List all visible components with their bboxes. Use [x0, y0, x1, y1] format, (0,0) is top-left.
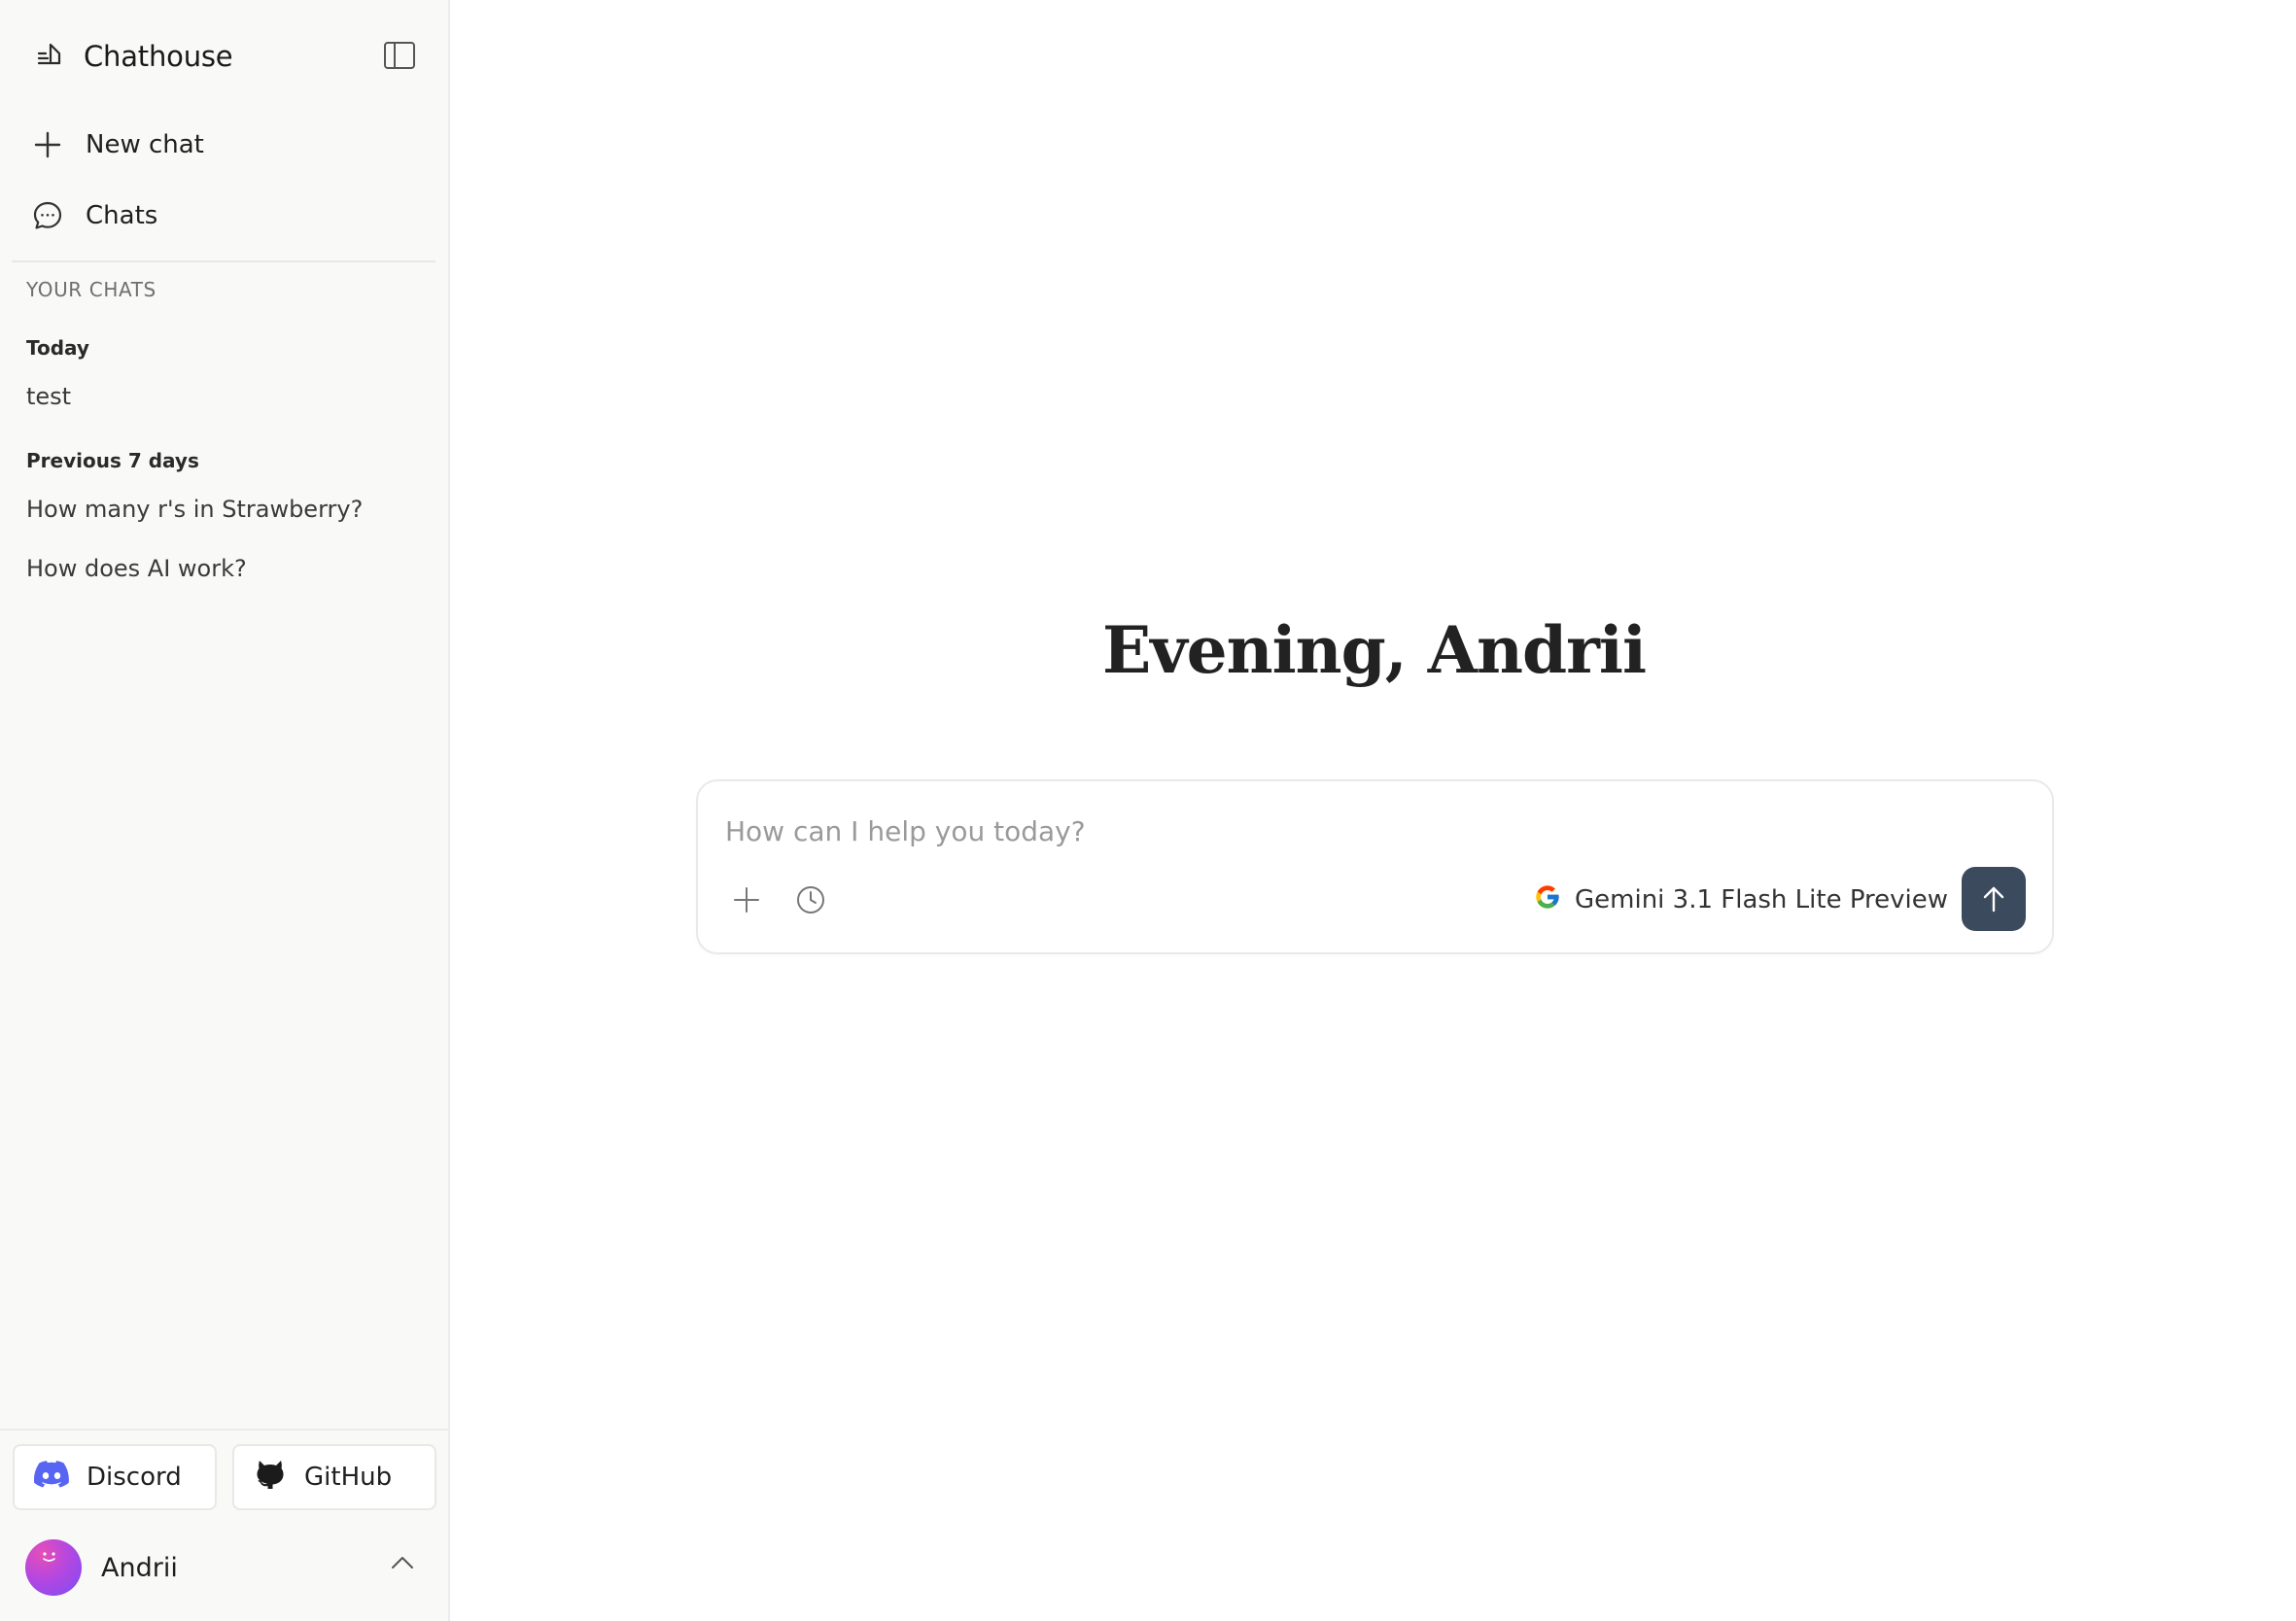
model-selector[interactable]: Gemini 3.1 Flash Lite Preview — [1534, 879, 1983, 921]
logo-icon — [35, 40, 64, 73]
new-chat-button[interactable]: New chat — [31, 121, 204, 168]
main-area: Evening, Andrii Gemini 3.1 Flash Lite Pr… — [452, 0, 2296, 1621]
discord-icon — [34, 1460, 69, 1495]
user-menu[interactable]: Andrii — [25, 1539, 424, 1596]
chat-bubble-icon — [31, 199, 64, 232]
new-chat-label: New chat — [86, 130, 204, 159]
github-label: GitHub — [304, 1463, 393, 1492]
google-icon — [1534, 883, 1561, 917]
app-title: Chathouse — [84, 40, 233, 73]
attach-plus-icon — [734, 887, 759, 913]
group-label-today: Today — [26, 336, 89, 360]
avatar — [25, 1539, 82, 1596]
arrow-up-icon — [1983, 886, 2004, 913]
discord-button[interactable]: Discord — [13, 1444, 217, 1510]
sidebar: Chathouse New chat Chats YOUR CHATS Toda… — [0, 0, 450, 1621]
your-chats-heading: YOUR CHATS — [26, 278, 157, 301]
model-name: Gemini 3.1 Flash Lite Preview — [1575, 885, 1949, 914]
user-name: Andrii — [101, 1552, 178, 1583]
send-button[interactable] — [1962, 867, 2026, 931]
group-label-previous: Previous 7 days — [26, 449, 199, 472]
discord-label: Discord — [87, 1463, 182, 1492]
footer-divider — [0, 1429, 450, 1431]
message-input[interactable] — [725, 807, 1989, 855]
sidebar-divider — [12, 260, 435, 262]
plus-icon — [31, 128, 64, 161]
chat-item[interactable]: test — [26, 383, 71, 410]
chevron-up-icon — [391, 1555, 414, 1573]
sidebar-toggle-icon — [384, 42, 415, 69]
composer: Gemini 3.1 Flash Lite Preview — [696, 779, 2054, 954]
sidebar-toggle-button[interactable] — [383, 41, 416, 70]
clock-icon — [797, 886, 824, 914]
chats-label: Chats — [86, 201, 158, 230]
greeting: Evening, Andrii — [1101, 612, 1647, 688]
brand[interactable]: Chathouse — [35, 37, 233, 76]
chat-item[interactable]: How does AI work? — [26, 555, 247, 582]
history-button[interactable] — [791, 880, 830, 919]
attach-button[interactable] — [727, 880, 766, 919]
github-button[interactable]: GitHub — [232, 1444, 436, 1510]
chats-nav-item[interactable]: Chats — [31, 192, 157, 239]
chat-item[interactable]: How many r's in Strawberry? — [26, 496, 363, 523]
github-icon — [254, 1458, 287, 1498]
